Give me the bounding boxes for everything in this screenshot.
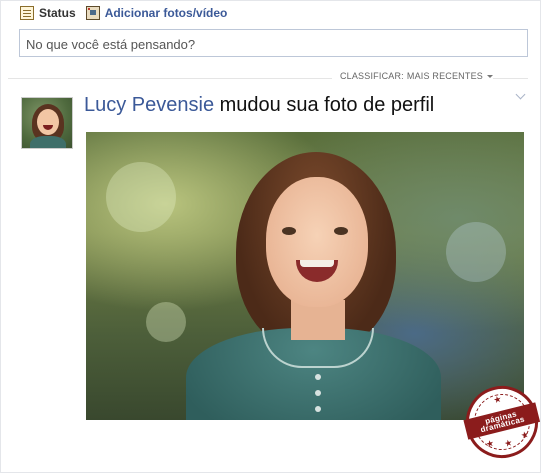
story-headline: Lucy Pevensie mudou sua foto de perfil bbox=[84, 94, 434, 117]
avatar[interactable] bbox=[21, 97, 73, 149]
tab-add-photos-video-label: Adicionar fotos/vídeo bbox=[104, 6, 228, 20]
photo-bokeh bbox=[446, 222, 506, 282]
sort-value: MAIS RECENTES bbox=[406, 71, 483, 81]
photo-girl-eye bbox=[282, 227, 296, 235]
photo-girl-button bbox=[315, 406, 321, 412]
tab-status-label: Status bbox=[39, 6, 76, 20]
story-author-link[interactable]: Lucy Pevensie bbox=[84, 94, 214, 116]
avatar-dress bbox=[30, 136, 66, 148]
status-icon bbox=[20, 6, 34, 20]
photo-girl-eye bbox=[334, 227, 348, 235]
photo-girl-teeth bbox=[300, 260, 334, 267]
tab-status[interactable]: Status bbox=[20, 6, 76, 20]
story-options-chevron-icon[interactable] bbox=[514, 88, 528, 102]
avatar-face bbox=[37, 109, 59, 135]
photo-bokeh bbox=[146, 302, 186, 342]
sort-label: CLASSIFICAR: bbox=[339, 71, 404, 81]
photo-girl-button bbox=[315, 374, 321, 380]
composer-tabs: Status Adicionar fotos/vídeo bbox=[20, 5, 227, 21]
tab-add-photos-video[interactable]: Adicionar fotos/vídeo bbox=[85, 6, 228, 20]
chevron-down-icon bbox=[487, 74, 493, 78]
photo-girl-face bbox=[266, 177, 368, 307]
sort-dropdown[interactable]: CLASSIFICAR: MAIS RECENTES bbox=[331, 71, 493, 81]
profile-photo[interactable] bbox=[86, 132, 524, 420]
story-action-text: mudou sua foto de perfil bbox=[219, 94, 435, 116]
status-input[interactable]: No que você está pensando? bbox=[19, 29, 528, 57]
photo-girl-button bbox=[315, 390, 321, 396]
photo-bokeh bbox=[106, 162, 176, 232]
photo-icon bbox=[85, 6, 100, 20]
